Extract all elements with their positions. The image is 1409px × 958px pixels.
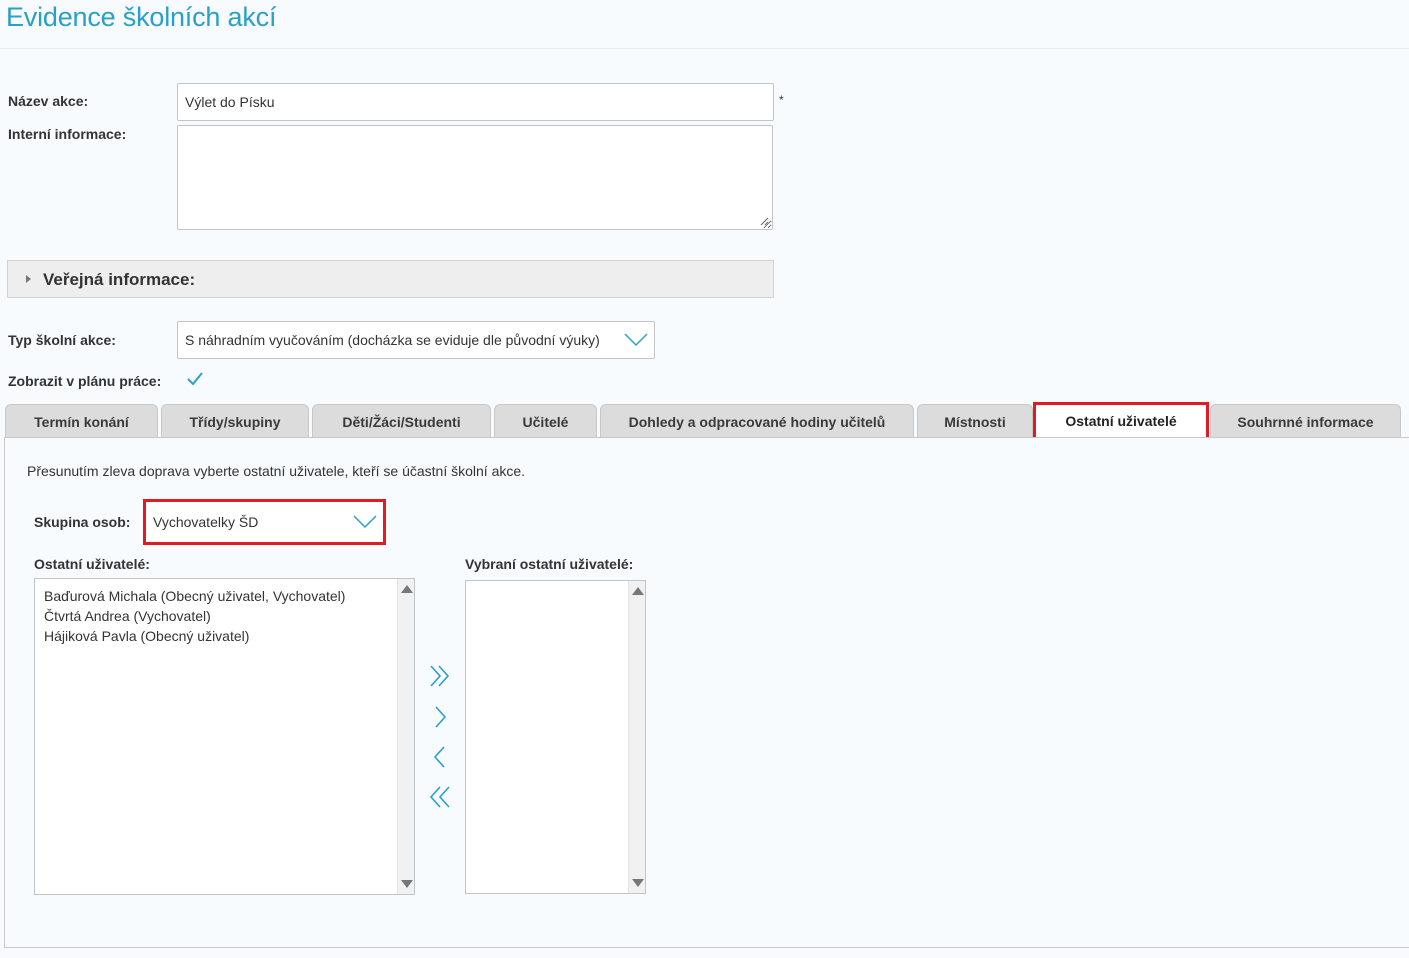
selected-users-label: Vybraní ostatní uživatelé: <box>465 556 634 572</box>
tab-ostatni-uzivatele[interactable]: Ostatní uživatelé <box>1033 402 1209 440</box>
page-title: Evidence školních akcí <box>6 2 277 32</box>
group-label: Skupina osob: <box>34 514 131 530</box>
instruction-text: Přesunutím zleva doprava vyberte ostatní… <box>27 463 526 479</box>
chevron-right-icon <box>435 706 447 728</box>
available-users-scrollbar[interactable] <box>397 579 414 894</box>
available-users-listbox[interactable]: Baďurová Michala (Obecný uživatel, Vycho… <box>34 578 415 895</box>
selected-users-scrollbar[interactable] <box>628 581 645 893</box>
show-in-plan-label: Zobrazit v plánu práce: <box>8 373 162 389</box>
scroll-down-icon[interactable] <box>632 879 644 887</box>
event-type-select[interactable]: S náhradním vyučováním (docházka se evid… <box>177 321 655 359</box>
required-mark: * <box>779 93 784 107</box>
move-right-button[interactable] <box>428 705 452 729</box>
public-info-section-header[interactable]: Veřejná informace: <box>7 260 774 298</box>
tab-souhrnne-informace[interactable]: Souhrnné informace <box>1210 404 1401 439</box>
event-type-value: S náhradním vyučováním (docházka se evid… <box>185 332 600 348</box>
internal-info-textarea[interactable] <box>177 125 773 230</box>
resize-grip-icon[interactable] <box>759 216 769 226</box>
selected-users-listbox[interactable] <box>465 580 646 894</box>
list-item[interactable]: Čtvrtá Andrea (Vychovatel) <box>44 606 345 626</box>
available-users-items: Baďurová Michala (Obecný uživatel, Vycho… <box>44 586 345 646</box>
title-divider <box>0 48 1409 49</box>
name-label: Název akce: <box>8 93 89 109</box>
tab-mistnosti[interactable]: Místnosti <box>917 404 1033 439</box>
public-info-title: Veřejná informace: <box>43 270 196 289</box>
checkmark-icon[interactable] <box>186 371 204 387</box>
group-select[interactable]: Vychovatelky ŠD <box>146 502 383 542</box>
tab-ucitele[interactable]: Učitelé <box>494 404 597 439</box>
list-item[interactable]: Hájiková Pavla (Obecný uživatel) <box>44 626 345 646</box>
scroll-up-icon[interactable] <box>632 587 644 595</box>
tab-dohledy[interactable]: Dohledy a odpracované hodiny učitelů <box>600 404 914 439</box>
internal-info-label: Interní informace: <box>8 126 127 142</box>
chevron-down-icon <box>353 515 377 529</box>
caret-right-icon <box>26 275 31 283</box>
chevron-left-icon <box>433 746 445 768</box>
double-chevron-right-icon <box>430 665 450 687</box>
double-chevron-left-icon <box>429 786 450 808</box>
tab-bar: Termín konání Třídy/skupiny Děti/Žáci/St… <box>0 402 1409 440</box>
name-input[interactable] <box>177 83 774 121</box>
tab-tridy-skupiny[interactable]: Třídy/skupiny <box>161 404 309 439</box>
available-users-label: Ostatní uživatelé: <box>34 556 150 572</box>
tab-deti-zaci-studenti[interactable]: Děti/Žáci/Studenti <box>312 404 491 439</box>
chevron-down-icon <box>624 333 648 347</box>
scroll-down-icon[interactable] <box>401 880 413 888</box>
group-select-value: Vychovatelky ŠD <box>153 514 259 530</box>
move-all-right-button[interactable] <box>428 664 452 688</box>
scroll-up-icon[interactable] <box>401 585 413 593</box>
event-type-label: Typ školní akce: <box>8 332 116 348</box>
move-left-button[interactable] <box>428 745 452 769</box>
move-all-left-button[interactable] <box>428 785 452 809</box>
list-item[interactable]: Baďurová Michala (Obecný uživatel, Vycho… <box>44 586 345 606</box>
tab-termin-konani[interactable]: Termín konání <box>5 404 158 439</box>
